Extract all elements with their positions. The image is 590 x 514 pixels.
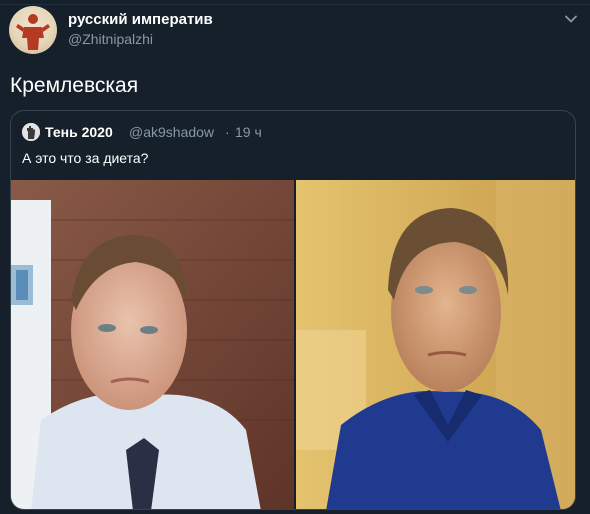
photo-before[interactable] (11, 180, 294, 509)
tweet[interactable]: русский императив @Zhitnipalzhi Кремлевс… (0, 0, 590, 514)
hand-icon (22, 123, 40, 141)
author-avatar[interactable] (9, 6, 57, 54)
portrait-image-right (296, 180, 575, 509)
quote-timestamp[interactable]: 19 ч (235, 124, 262, 140)
quoted-tweet[interactable]: Тень 2020 @ak9shadow · 19 ч А это что за… (10, 110, 576, 510)
quote-author-name[interactable]: Тень 2020 (45, 124, 113, 140)
author-handle[interactable]: @Zhitnipalzhi (68, 31, 153, 47)
portrait-image-left (11, 180, 294, 509)
more-options-button[interactable] (560, 8, 582, 30)
quote-text: А это что за диета? (22, 150, 149, 166)
quote-author-avatar[interactable] (22, 123, 40, 141)
avatar-silhouette-icon (16, 14, 50, 50)
tweet-text: Кремлевская (10, 74, 139, 97)
quote-separator: · (225, 124, 230, 140)
author-name[interactable]: русский императив (68, 11, 213, 28)
chevron-down-icon (565, 15, 577, 23)
photo-after[interactable] (296, 180, 575, 509)
quote-author-handle[interactable]: @ak9shadow (129, 124, 214, 140)
